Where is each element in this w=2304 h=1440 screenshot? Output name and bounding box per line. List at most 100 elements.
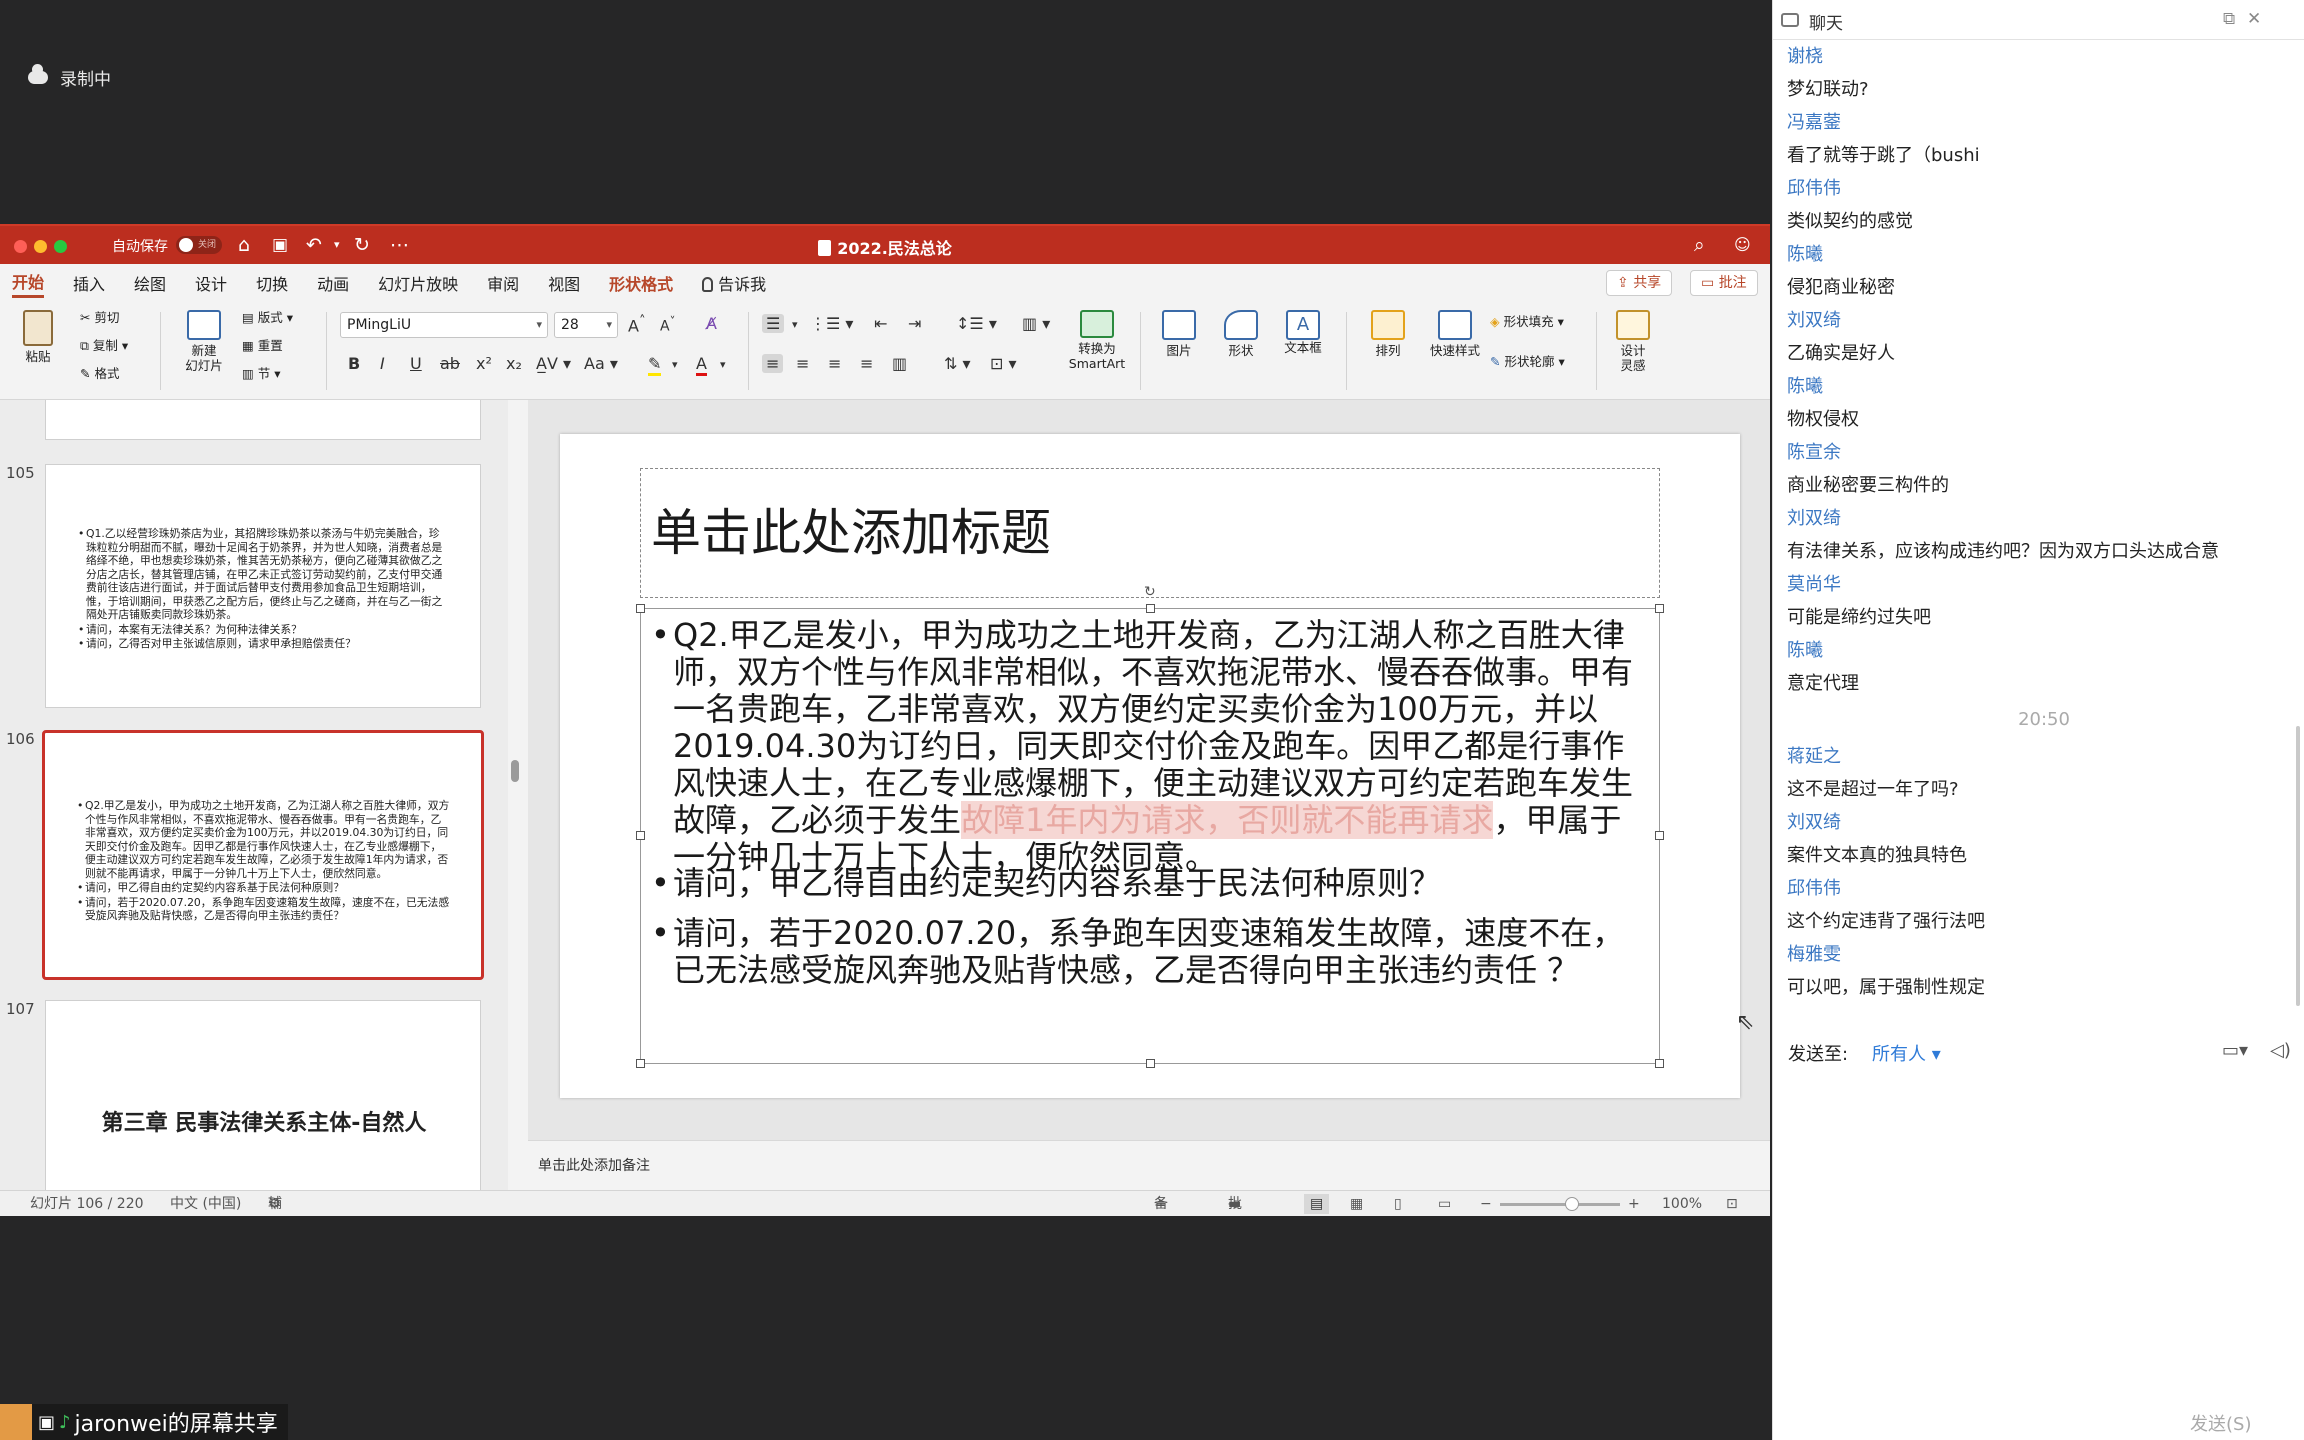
quick-styles-button[interactable]: 快速样式: [1422, 310, 1488, 358]
slideshow-icon[interactable]: ▭: [1438, 1191, 1451, 1216]
tab-insert[interactable]: 插入: [73, 271, 105, 295]
font-size-select[interactable]: 28: [554, 312, 618, 338]
bullets-icon[interactable]: ☰: [762, 314, 785, 333]
resize-handle[interactable]: [636, 831, 645, 840]
chat-sender-name[interactable]: 谢桡: [1773, 40, 2301, 73]
resize-handle[interactable]: [1146, 604, 1155, 613]
language-indicator[interactable]: 中文 (中国): [170, 1191, 241, 1216]
send-button[interactable]: 发送(S): [2190, 1410, 2251, 1436]
resize-handle[interactable]: [636, 604, 645, 613]
tab-draw[interactable]: 绘图: [134, 271, 166, 295]
reset-button[interactable]: ▦ 重置: [242, 338, 283, 353]
fit-to-window-icon[interactable]: ⊡: [1726, 1191, 1738, 1216]
chat-message-list[interactable]: 谢桡 梦幻联动? 冯嘉蓥 看了就等于跳了（bushi 邱伟伟 类似契约的感觉 陈曦 侵犯商业秘…: [1773, 40, 2301, 1004]
shape-fill-button[interactable]: ◈ 形状填充 ▾: [1490, 314, 1564, 329]
numbering-icon[interactable]: ⋮☰ ▾: [810, 314, 853, 333]
section-button[interactable]: ▥ 节 ▾: [242, 366, 281, 381]
thumbnail-scrollbar[interactable]: [511, 760, 519, 782]
align-right-icon[interactable]: ≡: [828, 354, 841, 373]
copy-button[interactable]: ⧉ 复制 ▾: [80, 338, 128, 353]
zoom-out-icon[interactable]: −: [1480, 1191, 1492, 1216]
line-spacing-icon[interactable]: ↕☰ ▾: [956, 314, 997, 333]
body-paragraph-1[interactable]: Q2.甲乙是发小，甲为成功之土地开发商，乙为江湖人称之百胜大律师，双方个性与作风…: [651, 617, 1653, 876]
chat-sender-name[interactable]: 刘双绮: [1773, 502, 2301, 535]
character-spacing-icon[interactable]: A̲V ▾: [536, 354, 571, 373]
format-painter-button[interactable]: ✎ 格式: [80, 366, 119, 381]
superscript-icon[interactable]: x²: [476, 354, 492, 373]
tab-home[interactable]: 开始: [12, 269, 45, 298]
tab-design[interactable]: 设计: [195, 271, 227, 295]
justify-icon[interactable]: ≡: [860, 354, 873, 373]
slide-title[interactable]: 单击此处添加标题: [651, 493, 1051, 565]
notes-pane[interactable]: 单击此处添加备注: [528, 1140, 1770, 1190]
change-case-icon[interactable]: Aa ▾: [584, 354, 618, 373]
chat-sender-name[interactable]: 莫尚华: [1773, 568, 2301, 601]
file-icon[interactable]: ▭▾: [2222, 1040, 2248, 1061]
clear-format-icon[interactable]: A̸: [706, 314, 717, 333]
slide[interactable]: 单击此处添加标题 ↻ Q2.甲乙是发小，甲为成功之土地开发商，乙为江湖人称之百胜…: [560, 434, 1740, 1098]
chat-scrollbar[interactable]: [2296, 726, 2300, 1006]
underline-icon[interactable]: U: [410, 354, 422, 373]
body-paragraph-2[interactable]: 请问，甲乙得自由约定契约内容系基于民法何种原则？: [651, 865, 1653, 903]
subscript-icon[interactable]: x₂: [506, 354, 522, 373]
rotate-handle-icon[interactable]: ↻: [1144, 584, 1156, 600]
textbox-button[interactable]: A 文本框: [1276, 310, 1330, 355]
chat-sender-name[interactable]: 刘双绮: [1773, 304, 2301, 337]
title-placeholder[interactable]: 单击此处添加标题: [640, 468, 1660, 598]
popout-icon[interactable]: ⧉: [2223, 9, 2235, 29]
new-slide-button[interactable]: 新建 幻灯片: [176, 310, 232, 373]
tab-shape-format[interactable]: 形状格式: [609, 271, 673, 295]
bullets-dropdown-icon[interactable]: ▾: [792, 318, 798, 331]
resize-handle[interactable]: [1655, 604, 1664, 613]
account-icon[interactable]: ☺: [1734, 234, 1751, 256]
slide-thumbnail-106-selected[interactable]: Q2.甲乙是发小，甲为成功之土地开发商，乙为江湖人称之百胜大律师，双方个性与作风…: [42, 730, 484, 980]
chat-sender-name[interactable]: 陈曦: [1773, 634, 2301, 667]
align-text-icon[interactable]: ⊡ ▾: [990, 354, 1017, 373]
slide-thumbnail-104[interactable]: [45, 400, 481, 440]
distributed-icon[interactable]: ▥: [892, 354, 907, 373]
slide-thumbnail-pane[interactable]: 105 Q1.乙以经营珍珠奶茶店为业，其招牌珍珠奶茶以茶汤与牛奶完美融合，珍珠粒…: [0, 400, 508, 1190]
zoom-in-icon[interactable]: +: [1628, 1191, 1640, 1216]
resize-handle[interactable]: [1655, 1059, 1664, 1068]
chat-sender-name[interactable]: 邱伟伟: [1773, 872, 2301, 905]
chat-sender-name[interactable]: 冯嘉蓥: [1773, 106, 2301, 139]
align-left-icon[interactable]: ≡: [762, 354, 784, 373]
chat-sender-name[interactable]: 梅雅雯: [1773, 938, 2301, 971]
share-button[interactable]: ⇪ 共享: [1606, 270, 1673, 296]
tab-view[interactable]: 视图: [548, 271, 580, 295]
decrease-indent-icon[interactable]: ⇤: [874, 314, 887, 333]
reading-view-icon[interactable]: ▯: [1394, 1191, 1402, 1216]
zoom-level[interactable]: 100%: [1662, 1191, 1702, 1216]
tab-animations[interactable]: 动画: [317, 271, 349, 295]
chat-sender-name[interactable]: 刘双绮: [1773, 806, 2301, 839]
sound-icon[interactable]: ◁): [2270, 1040, 2291, 1061]
zoom-slider-thumb[interactable]: [1565, 1197, 1579, 1211]
cut-button[interactable]: ✂ 剪切: [80, 310, 119, 325]
text-direction-icon[interactable]: ⇅ ▾: [944, 354, 971, 373]
chat-sender-name[interactable]: 陈曦: [1773, 370, 2301, 403]
designer-button[interactable]: 设计 灵感: [1608, 310, 1658, 373]
slide-thumbnail-105[interactable]: Q1.乙以经营珍珠奶茶店为业，其招牌珍珠奶茶以茶汤与牛奶完美融合，珍珠粒粒分明甜…: [45, 464, 481, 708]
resize-handle[interactable]: [636, 1059, 645, 1068]
chat-sender-name[interactable]: 蒋延之: [1773, 740, 2301, 773]
zoom-slider-track[interactable]: [1500, 1203, 1620, 1206]
highlight-icon[interactable]: ✎: [648, 354, 662, 376]
align-center-icon[interactable]: ≡: [796, 354, 809, 373]
increase-font-icon[interactable]: A˄: [628, 314, 646, 335]
tab-slideshow[interactable]: 幻灯片放映: [378, 271, 458, 295]
close-icon[interactable]: ✕: [2247, 9, 2261, 29]
body-paragraph-3[interactable]: 请问，若于2020.07.20，系争跑车因变速箱发生故障，速度不在，已无法感受旋…: [651, 915, 1653, 989]
tell-me[interactable]: 告诉我: [702, 271, 766, 295]
resize-handle[interactable]: [1655, 831, 1664, 840]
chat-sender-name[interactable]: 陈曦: [1773, 238, 2301, 271]
shape-outline-button[interactable]: ✎ 形状轮廓 ▾: [1490, 354, 1565, 369]
arrange-button[interactable]: 排列: [1362, 310, 1414, 358]
chat-sender-name[interactable]: 邱伟伟: [1773, 172, 2301, 205]
italic-icon[interactable]: I: [380, 354, 385, 373]
font-name-select[interactable]: PMingLiU: [340, 312, 548, 338]
shape-button[interactable]: 形状: [1216, 310, 1266, 358]
resize-handle[interactable]: [1146, 1059, 1155, 1068]
comments-button[interactable]: ▭ 批注: [1690, 270, 1758, 296]
paste-button[interactable]: 粘贴: [16, 310, 60, 364]
normal-view-icon[interactable]: ▤: [1304, 1194, 1330, 1214]
